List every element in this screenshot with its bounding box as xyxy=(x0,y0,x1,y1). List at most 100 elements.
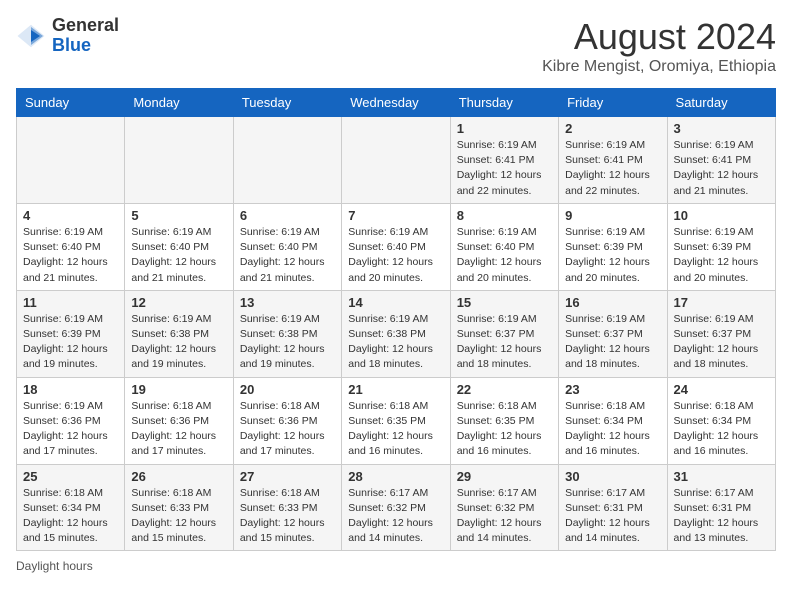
day-number: 21 xyxy=(348,382,443,397)
day-info: Sunrise: 6:18 AMSunset: 6:36 PMDaylight:… xyxy=(131,399,226,460)
day-info: Sunrise: 6:19 AMSunset: 6:41 PMDaylight:… xyxy=(457,138,552,199)
day-number: 5 xyxy=(131,208,226,223)
calendar-week-row: 1 Sunrise: 6:19 AMSunset: 6:41 PMDaylight… xyxy=(17,117,776,204)
calendar-week-row: 25 Sunrise: 6:18 AMSunset: 6:34 PMDayligh… xyxy=(17,464,776,551)
day-number: 10 xyxy=(674,208,769,223)
day-number: 23 xyxy=(565,382,660,397)
calendar-cell: 27Sunrise: 6:18 AMSunset: 6:33 PMDayligh… xyxy=(233,464,341,551)
day-info: Sunrise: 6:19 AMSunset: 6:36 PMDaylight:… xyxy=(23,399,118,460)
calendar-cell: 22Sunrise: 6:18 AMSunset: 6:35 PMDayligh… xyxy=(450,377,558,464)
day-number: 25 xyxy=(23,469,118,484)
day-info: Sunrise: 6:18 AMSunset: 6:33 PMDaylight:… xyxy=(131,486,226,547)
logo-general-text: General xyxy=(52,16,119,36)
calendar-cell: 29Sunrise: 6:17 AMSunset: 6:32 PMDayligh… xyxy=(450,464,558,551)
day-info: Sunrise: 6:19 AMSunset: 6:40 PMDaylight:… xyxy=(240,225,335,286)
day-info: Sunrise: 6:18 AMSunset: 6:34 PMDaylight:… xyxy=(674,399,769,460)
day-info: Sunrise: 6:19 AMSunset: 6:40 PMDaylight:… xyxy=(457,225,552,286)
day-info: Sunrise: 6:19 AMSunset: 6:41 PMDaylight:… xyxy=(674,138,769,199)
day-info: Sunrise: 6:19 AMSunset: 6:40 PMDaylight:… xyxy=(23,225,118,286)
title-area: August 2024 Kibre Mengist, Oromiya, Ethi… xyxy=(542,16,776,76)
day-number: 28 xyxy=(348,469,443,484)
day-number: 6 xyxy=(240,208,335,223)
calendar-cell: 31 Sunrise: 6:17 AMSunset: 6:31 PMDayligh… xyxy=(667,464,775,551)
calendar-cell: 8 Sunrise: 6:19 AMSunset: 6:40 PMDaylight… xyxy=(450,203,558,290)
calendar-cell: 15 Sunrise: 6:19 AMSunset: 6:37 PMDayligh… xyxy=(450,290,558,377)
calendar-cell: 17 Sunrise: 6:19 AMSunset: 6:37 PMDayligh… xyxy=(667,290,775,377)
day-info: Sunrise: 6:19 AMSunset: 6:40 PMDaylight:… xyxy=(131,225,226,286)
page-title: August 2024 xyxy=(542,16,776,58)
calendar-cell: 24 Sunrise: 6:18 AMSunset: 6:34 PMDayligh… xyxy=(667,377,775,464)
day-info: Sunrise: 6:18 AMSunset: 6:34 PMDaylight:… xyxy=(23,486,118,547)
column-header-thursday: Thursday xyxy=(450,89,558,117)
column-header-friday: Friday xyxy=(559,89,667,117)
day-number: 2 xyxy=(565,121,660,136)
day-info: Sunrise: 6:19 AMSunset: 6:38 PMDaylight:… xyxy=(240,312,335,373)
calendar-cell: 13 Sunrise: 6:19 AMSunset: 6:38 PMDayligh… xyxy=(233,290,341,377)
day-number: 13 xyxy=(240,295,335,310)
calendar-cell: 4 Sunrise: 6:19 AMSunset: 6:40 PMDaylight… xyxy=(17,203,125,290)
day-number: 30 xyxy=(565,469,660,484)
calendar-week-row: 18 Sunrise: 6:19 AMSunset: 6:36 PMDayligh… xyxy=(17,377,776,464)
day-info: Sunrise: 6:19 AMSunset: 6:37 PMDaylight:… xyxy=(457,312,552,373)
calendar-cell: 10 Sunrise: 6:19 AMSunset: 6:39 PMDayligh… xyxy=(667,203,775,290)
day-info: Sunrise: 6:17 AMSunset: 6:32 PMDaylight:… xyxy=(348,486,443,547)
calendar-cell: 2 Sunrise: 6:19 AMSunset: 6:41 PMDaylight… xyxy=(559,117,667,204)
day-number: 26 xyxy=(131,469,226,484)
calendar-cell: 6 Sunrise: 6:19 AMSunset: 6:40 PMDaylight… xyxy=(233,203,341,290)
day-info: Sunrise: 6:18 AMSunset: 6:33 PMDaylight:… xyxy=(240,486,335,547)
day-number: 31 xyxy=(674,469,769,484)
calendar-cell xyxy=(17,117,125,204)
day-number: 18 xyxy=(23,382,118,397)
calendar-cell: 19 Sunrise: 6:18 AMSunset: 6:36 PMDayligh… xyxy=(125,377,233,464)
logo-text: General Blue xyxy=(52,16,119,56)
page-subtitle: Kibre Mengist, Oromiya, Ethiopia xyxy=(542,58,776,76)
calendar-week-row: 4 Sunrise: 6:19 AMSunset: 6:40 PMDaylight… xyxy=(17,203,776,290)
calendar-cell xyxy=(125,117,233,204)
day-info: Sunrise: 6:19 AMSunset: 6:37 PMDaylight:… xyxy=(674,312,769,373)
day-number: 17 xyxy=(674,295,769,310)
calendar-cell: 30 Sunrise: 6:17 AMSunset: 6:31 PMDayligh… xyxy=(559,464,667,551)
day-info: Sunrise: 6:19 AMSunset: 6:39 PMDaylight:… xyxy=(23,312,118,373)
logo-icon xyxy=(16,21,46,51)
day-number: 4 xyxy=(23,208,118,223)
calendar-cell xyxy=(342,117,450,204)
day-number: 16 xyxy=(565,295,660,310)
day-number: 29 xyxy=(457,469,552,484)
day-number: 20 xyxy=(240,382,335,397)
day-info: Sunrise: 6:19 AMSunset: 6:41 PMDaylight:… xyxy=(565,138,660,199)
calendar-cell: 9 Sunrise: 6:19 AMSunset: 6:39 PMDaylight… xyxy=(559,203,667,290)
calendar-header-row: SundayMondayTuesdayWednesdayThursdayFrid… xyxy=(17,89,776,117)
day-info: Sunrise: 6:18 AMSunset: 6:34 PMDaylight:… xyxy=(565,399,660,460)
day-number: 3 xyxy=(674,121,769,136)
calendar-cell: 20 Sunrise: 6:18 AMSunset: 6:36 PMDayligh… xyxy=(233,377,341,464)
day-number: 19 xyxy=(131,382,226,397)
calendar-cell: 14Sunrise: 6:19 AMSunset: 6:38 PMDayligh… xyxy=(342,290,450,377)
calendar-cell: 3 Sunrise: 6:19 AMSunset: 6:41 PMDaylight… xyxy=(667,117,775,204)
calendar-cell: 12Sunrise: 6:19 AMSunset: 6:38 PMDayligh… xyxy=(125,290,233,377)
calendar-cell: 28 Sunrise: 6:17 AMSunset: 6:32 PMDayligh… xyxy=(342,464,450,551)
day-info: Sunrise: 6:17 AMSunset: 6:31 PMDaylight:… xyxy=(565,486,660,547)
day-number: 24 xyxy=(674,382,769,397)
day-info: Sunrise: 6:19 AMSunset: 6:39 PMDaylight:… xyxy=(565,225,660,286)
day-info: Sunrise: 6:19 AMSunset: 6:39 PMDaylight:… xyxy=(674,225,769,286)
column-header-sunday: Sunday xyxy=(17,89,125,117)
day-info: Sunrise: 6:19 AMSunset: 6:37 PMDaylight:… xyxy=(565,312,660,373)
column-header-tuesday: Tuesday xyxy=(233,89,341,117)
day-info: Sunrise: 6:18 AMSunset: 6:36 PMDaylight:… xyxy=(240,399,335,460)
calendar-cell: 25 Sunrise: 6:18 AMSunset: 6:34 PMDayligh… xyxy=(17,464,125,551)
day-info: Sunrise: 6:17 AMSunset: 6:31 PMDaylight:… xyxy=(674,486,769,547)
column-header-wednesday: Wednesday xyxy=(342,89,450,117)
logo-blue-text: Blue xyxy=(52,36,119,56)
day-number: 8 xyxy=(457,208,552,223)
day-number: 11 xyxy=(23,295,118,310)
day-info: Sunrise: 6:19 AMSunset: 6:38 PMDaylight:… xyxy=(348,312,443,373)
day-info: Sunrise: 6:18 AMSunset: 6:35 PMDaylight:… xyxy=(348,399,443,460)
day-number: 12 xyxy=(131,295,226,310)
day-number: 15 xyxy=(457,295,552,310)
day-number: 9 xyxy=(565,208,660,223)
logo: General Blue xyxy=(16,16,119,56)
column-header-saturday: Saturday xyxy=(667,89,775,117)
calendar-table: SundayMondayTuesdayWednesdayThursdayFrid… xyxy=(16,88,776,551)
day-info: Sunrise: 6:18 AMSunset: 6:35 PMDaylight:… xyxy=(457,399,552,460)
day-number: 1 xyxy=(457,121,552,136)
